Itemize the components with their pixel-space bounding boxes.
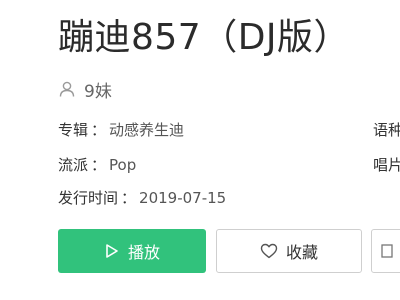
- song-title: 蹦迪857（DJ版）: [58, 17, 351, 58]
- play-button[interactable]: 播放: [58, 229, 206, 273]
- album-row: 专辑：动感养生迪: [58, 121, 185, 139]
- play-label: 播放: [127, 243, 160, 262]
- artist-name[interactable]: 9妹: [84, 77, 112, 102]
- artist-row[interactable]: 9妹: [58, 76, 112, 102]
- language-label: 语种: [373, 121, 400, 139]
- genre-label: 流派: [58, 156, 89, 174]
- album-label: 专辑: [58, 121, 89, 139]
- release-row: 发行时间： 2019-07-15: [58, 189, 227, 207]
- genre-row: 流派： Pop: [58, 156, 137, 174]
- record-label-label: 唱片: [373, 156, 400, 174]
- more-icon: [381, 244, 393, 258]
- album-value[interactable]: 动感养生迪: [109, 121, 184, 139]
- play-icon: [106, 244, 118, 258]
- genre-value: Pop: [109, 156, 137, 174]
- user-icon: [58, 80, 76, 98]
- heart-icon: [260, 243, 278, 259]
- release-label: 发行时间: [58, 189, 119, 207]
- more-button[interactable]: [371, 229, 400, 273]
- favorite-button[interactable]: 收藏: [216, 229, 362, 273]
- release-value: 2019-07-15: [139, 189, 227, 207]
- favorite-label: 收藏: [285, 243, 318, 262]
